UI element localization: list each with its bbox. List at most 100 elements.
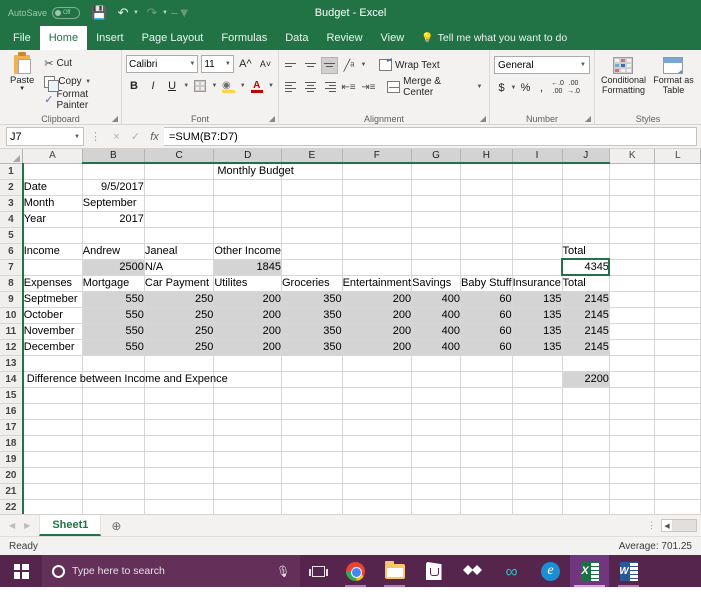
cell-H17[interactable] [460, 419, 513, 436]
decrease-font-size-icon[interactable]: A˅ [257, 55, 274, 73]
cell-D3[interactable] [213, 195, 282, 212]
cell-A17[interactable] [22, 419, 83, 436]
row-header-7[interactable]: 7 [0, 259, 24, 276]
cell-K16[interactable] [609, 403, 656, 420]
cell-I21[interactable] [512, 483, 563, 500]
cell-L11[interactable] [654, 323, 701, 340]
font-size-dropdown-icon[interactable]: ▼ [225, 61, 231, 67]
cell-C11[interactable]: 250 [144, 323, 215, 340]
row-header-20[interactable]: 20 [0, 467, 24, 484]
row-header-17[interactable]: 17 [0, 419, 24, 436]
cell-A4[interactable]: Year [22, 211, 83, 228]
cell-L14[interactable] [654, 371, 701, 388]
taskbar-app-dropbox[interactable] [453, 555, 492, 587]
cell-B19[interactable] [82, 451, 145, 468]
cell-F20[interactable] [342, 467, 413, 484]
cell-H11[interactable]: 60 [460, 323, 513, 340]
cell-E22[interactable] [281, 499, 343, 514]
cell-L4[interactable] [654, 211, 701, 228]
cell-D17[interactable] [213, 419, 282, 436]
previous-sheet-icon[interactable]: ◀ [9, 521, 15, 530]
align-left-icon[interactable] [283, 79, 300, 96]
cell-C10[interactable]: 250 [144, 307, 215, 324]
cell-I13[interactable] [512, 355, 563, 372]
underline-button[interactable]: U [164, 77, 180, 95]
column-header-J[interactable]: J [562, 149, 610, 164]
column-header-E[interactable]: E [281, 149, 343, 164]
cell-E17[interactable] [281, 419, 343, 436]
cell-I15[interactable] [512, 387, 563, 404]
cell-A22[interactable] [22, 499, 83, 514]
undo-icon[interactable]: ↶ [112, 2, 134, 24]
cell-G7[interactable] [411, 259, 462, 276]
cell-G11[interactable]: 400 [411, 323, 462, 340]
tab-page-layout[interactable]: Page Layout [133, 26, 213, 50]
cell-D19[interactable] [213, 451, 282, 468]
decrease-indent-icon[interactable]: ⇤≡ [340, 78, 358, 96]
cell-L6[interactable] [654, 243, 701, 260]
cell-F10[interactable]: 200 [342, 307, 413, 324]
cell-J20[interactable] [562, 467, 610, 484]
cell-J21[interactable] [562, 483, 610, 500]
cell-J1[interactable] [562, 163, 610, 180]
cell-H15[interactable] [460, 387, 513, 404]
cell-F16[interactable] [342, 403, 413, 420]
comma-format-button[interactable]: , [534, 79, 549, 96]
cell-B1[interactable] [82, 163, 145, 180]
cell-I16[interactable] [512, 403, 563, 420]
copy-dropdown-icon[interactable]: ▼ [85, 79, 92, 85]
font-name-combo[interactable]: Calibri ▼ [126, 55, 199, 73]
orientation-dropdown-icon[interactable]: ▼ [360, 62, 367, 68]
cell-I7[interactable] [512, 259, 563, 276]
cell-I14[interactable] [512, 371, 563, 388]
column-header-I[interactable]: I [512, 149, 563, 164]
cell-E1[interactable] [281, 163, 343, 180]
cell-L21[interactable] [654, 483, 701, 500]
cell-D12[interactable]: 200 [213, 339, 282, 356]
cell-B18[interactable] [82, 435, 145, 452]
conditional-formatting-button[interactable]: Conditional Formatting [599, 55, 648, 96]
cell-D2[interactable] [213, 179, 282, 196]
cell-I9[interactable]: 135 [512, 291, 563, 308]
row-header-2[interactable]: 2 [0, 179, 24, 196]
cell-A20[interactable] [22, 467, 83, 484]
redo-icon[interactable]: ↷ [141, 2, 163, 24]
microphone-icon[interactable]: 🎙 [276, 565, 290, 578]
cell-A6[interactable]: Income [22, 243, 83, 260]
cell-A8[interactable]: Expenses [22, 275, 83, 292]
cell-F12[interactable]: 200 [342, 339, 413, 356]
select-all-corner[interactable] [0, 149, 24, 164]
tab-formulas[interactable]: Formulas [212, 26, 276, 50]
cell-H18[interactable] [460, 435, 513, 452]
cell-H21[interactable] [460, 483, 513, 500]
cell-L20[interactable] [654, 467, 701, 484]
cell-K12[interactable] [609, 339, 656, 356]
font-size-combo[interactable]: 11 ▼ [201, 55, 234, 73]
taskbar-app-file-explorer[interactable] [375, 555, 414, 587]
horizontal-scrollbar[interactable]: ◀ [661, 519, 697, 532]
cell-I22[interactable] [512, 499, 563, 514]
cell-C8[interactable]: Car Payment [144, 275, 215, 292]
start-button[interactable] [0, 555, 42, 587]
cell-L5[interactable] [654, 227, 701, 244]
number-format-dropdown-icon[interactable]: ▼ [580, 62, 586, 68]
cell-G14[interactable] [411, 371, 462, 388]
row-header-19[interactable]: 19 [0, 451, 24, 468]
column-header-B[interactable]: B [82, 149, 145, 164]
cell-H3[interactable] [460, 195, 513, 212]
row-header-11[interactable]: 11 [0, 323, 24, 340]
alignment-dialog-launcher[interactable]: ◢ [480, 115, 486, 123]
cell-B2[interactable]: 9/5/2017 [82, 179, 145, 196]
cell-J13[interactable] [562, 355, 610, 372]
cut-button[interactable]: ✂ Cut [42, 55, 117, 72]
cell-I20[interactable] [512, 467, 563, 484]
cell-G21[interactable] [411, 483, 462, 500]
cell-D1[interactable]: Monthly Budget [213, 163, 294, 180]
sheet-tab-sheet1[interactable]: Sheet1 [39, 515, 102, 536]
taskbar-app-excel[interactable]: X [570, 555, 609, 587]
cell-H5[interactable] [460, 227, 513, 244]
cell-L2[interactable] [654, 179, 701, 196]
column-header-L[interactable]: L [654, 149, 701, 164]
cell-I5[interactable] [512, 227, 563, 244]
row-header-5[interactable]: 5 [0, 227, 24, 244]
